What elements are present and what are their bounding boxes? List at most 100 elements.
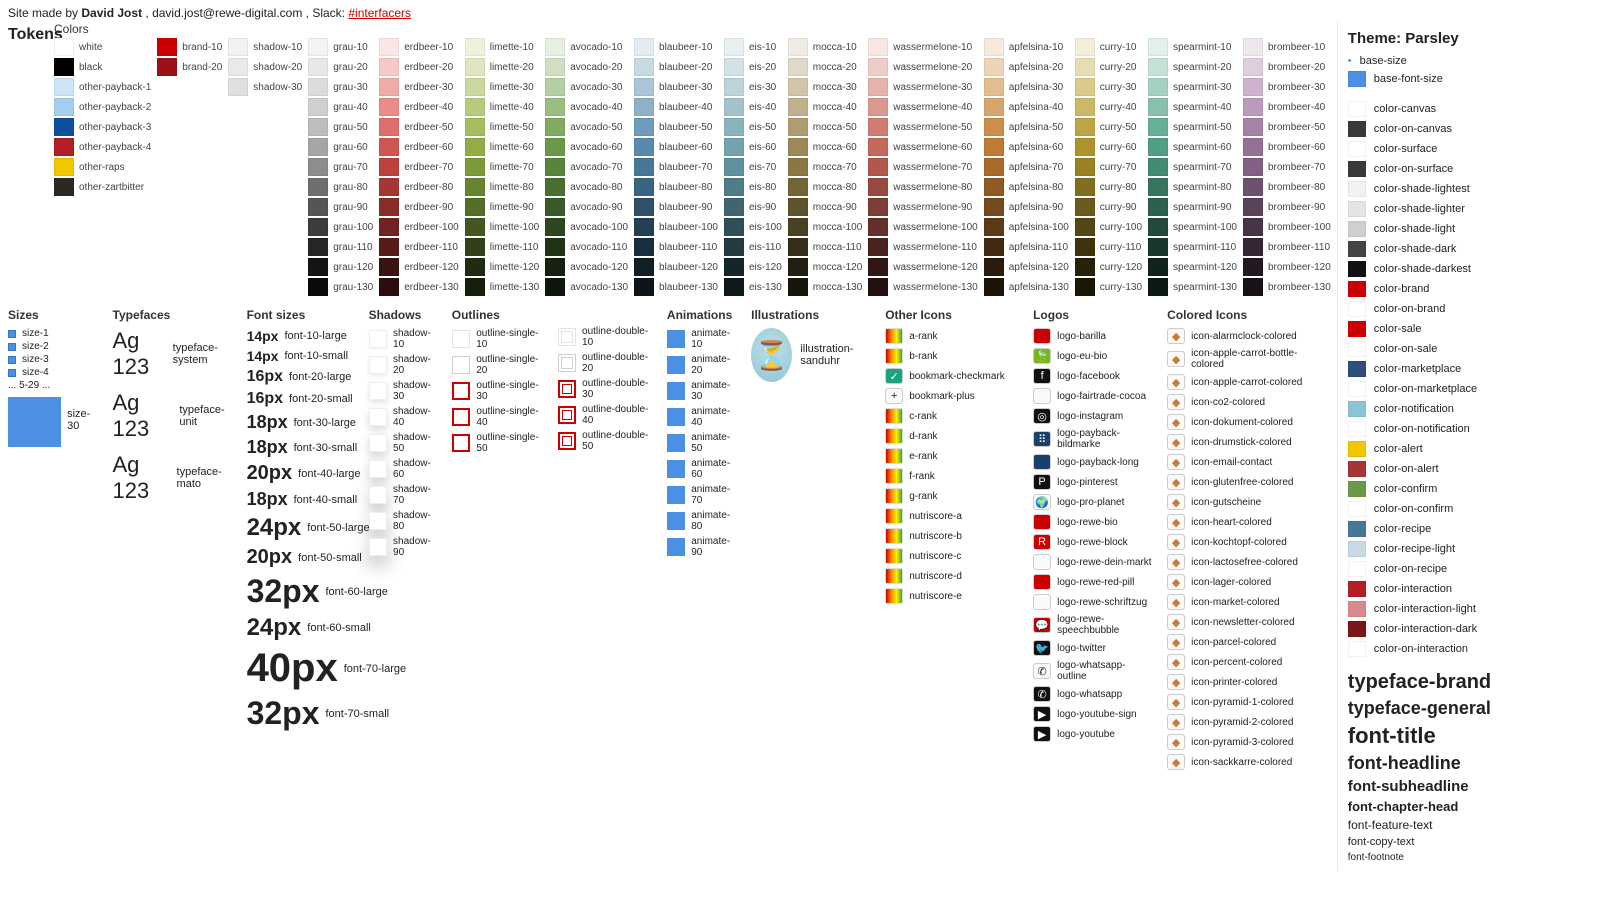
color-label: apfelsina-100 xyxy=(1009,222,1069,233)
shadow-swatch xyxy=(369,512,387,530)
colored-icon-label: icon-glutenfree-colored xyxy=(1191,477,1293,488)
size-label: size-1 xyxy=(22,328,49,339)
color-swatch xyxy=(984,78,1004,96)
color-swatch-row: erdbeer-120 xyxy=(379,258,458,276)
shadow-label: shadow-10 xyxy=(393,328,438,350)
color-label: curry-60 xyxy=(1100,142,1137,153)
logo-row: 🍃logo-eu-bio xyxy=(1033,348,1153,364)
shadow-row: shadow-60 xyxy=(369,458,438,480)
animation-label: animate-60 xyxy=(691,458,737,480)
color-label: grau-120 xyxy=(333,262,373,273)
font-size-sample: 18px xyxy=(247,437,288,458)
shadow-swatch xyxy=(369,538,387,556)
font-size-label: font-70-large xyxy=(344,663,406,675)
shadow-swatch xyxy=(369,460,387,478)
sidebar-label: color-on-notification xyxy=(1374,423,1470,435)
logo-label: logo-barilla xyxy=(1057,331,1106,342)
shadow-swatch xyxy=(369,382,387,400)
sidebar-label: color-recipe xyxy=(1374,523,1431,535)
colors-head: Colors xyxy=(54,22,1331,36)
color-label: black xyxy=(79,62,102,73)
color-swatch xyxy=(1148,218,1168,236)
logo-label: logo-rewe-speechbubble xyxy=(1057,614,1153,636)
logo-row: logo-barilla xyxy=(1033,328,1153,344)
color-label: spearmint-100 xyxy=(1173,222,1237,233)
color-label: erdbeer-90 xyxy=(404,202,453,213)
color-label: brombeer-100 xyxy=(1268,222,1331,233)
color-label: brombeer-70 xyxy=(1268,162,1325,173)
font-size-label: font-10-small xyxy=(284,350,348,362)
page-header: Site made by David Jost , david.jost@rew… xyxy=(0,0,1601,22)
shadow-row: shadow-40 xyxy=(369,406,438,428)
outline-label: outline-double-10 xyxy=(582,326,653,348)
color-label: erdbeer-40 xyxy=(404,102,453,113)
color-swatch xyxy=(984,258,1004,276)
logo-row: logo-rewe-bio xyxy=(1033,514,1153,530)
color-swatch xyxy=(1075,218,1095,236)
color-swatch xyxy=(379,138,399,156)
color-swatch xyxy=(984,158,1004,176)
shadow-row: shadow-70 xyxy=(369,484,438,506)
logo-row: logo-rewe-dein-markt xyxy=(1033,554,1153,570)
colored-icon-row: ◆icon-email-contact xyxy=(1167,454,1329,470)
swatch-icon xyxy=(1348,521,1366,537)
color-label: avocado-120 xyxy=(570,262,628,273)
bookmark-plus-icon: + xyxy=(885,388,903,404)
color-swatch xyxy=(868,218,888,236)
typeface-sample: Ag 123 xyxy=(113,328,165,380)
color-swatch-row: spearmint-20 xyxy=(1148,58,1237,76)
color-swatch-row: grau-10 xyxy=(308,38,373,56)
color-swatch-row: shadow-30 xyxy=(228,78,302,96)
color-swatch xyxy=(308,118,328,136)
logo-barilla-icon xyxy=(1033,328,1051,344)
outline-row: outline-single-20 xyxy=(452,354,544,376)
logo-row: 🌍logo-pro-planet xyxy=(1033,494,1153,510)
color-swatch xyxy=(868,98,888,116)
font-size-label: font-50-large xyxy=(307,522,369,534)
color-label: eis-110 xyxy=(749,242,781,253)
icon-row: f-rank xyxy=(885,468,1019,484)
color-swatch xyxy=(634,118,654,136)
color-label: brombeer-110 xyxy=(1268,242,1330,253)
color-swatch-row: wassermelone-40 xyxy=(868,98,978,116)
logo-label: logo-fairtrade-cocoa xyxy=(1057,391,1146,402)
colored-icon-row: ◆icon-printer-colored xyxy=(1167,674,1329,690)
color-swatch-row: blaubeer-40 xyxy=(634,98,718,116)
colored-icon-row: ◆icon-drumstick-colored xyxy=(1167,434,1329,450)
swatch-icon xyxy=(1348,321,1366,337)
color-swatch-row: blaubeer-120 xyxy=(634,258,718,276)
sidebar-label: color-marketplace xyxy=(1374,363,1461,375)
sidebar-label: color-on-surface xyxy=(1374,163,1453,175)
sidebar-token-row: color-recipe-light xyxy=(1348,541,1591,557)
color-swatch xyxy=(1243,218,1263,236)
icon-row: nutriscore-b xyxy=(885,528,1019,544)
font-size-row: 18pxfont-30-small xyxy=(247,437,355,458)
color-swatch xyxy=(465,238,485,256)
colored-icon-row: ◆icon-heart-colored xyxy=(1167,514,1329,530)
color-swatch-row: erdbeer-10 xyxy=(379,38,458,56)
color-label: curry-40 xyxy=(1100,102,1137,113)
color-swatch-row: avocado-70 xyxy=(545,158,628,176)
outline-label: outline-single-50 xyxy=(476,432,543,454)
color-label: limette-50 xyxy=(490,122,534,133)
slack-link[interactable]: #interfacers xyxy=(348,6,411,20)
shadow-row: shadow-90 xyxy=(369,536,438,558)
color-swatch-row: mocca-60 xyxy=(788,138,862,156)
color-label: mocca-30 xyxy=(813,82,857,93)
colored-icon-label: icon-printer-colored xyxy=(1191,677,1277,688)
animation-swatch xyxy=(667,460,685,478)
sidebar-type-sample: font-title xyxy=(1348,723,1591,749)
color-label: grau-40 xyxy=(333,102,367,113)
color-swatch xyxy=(54,38,74,56)
font-size-sample: 32px xyxy=(247,573,320,610)
sidebar-token-row: color-canvas xyxy=(1348,101,1591,117)
color-swatch-row: grau-120 xyxy=(308,258,373,276)
color-swatch xyxy=(1243,278,1263,296)
color-swatch-row: other-payback-3 xyxy=(54,118,151,136)
sidebar-token-row: color-on-brand xyxy=(1348,301,1591,317)
color-swatch-row: wassermelone-100 xyxy=(868,218,978,236)
color-label: erdbeer-20 xyxy=(404,62,453,73)
shadow-label: shadow-90 xyxy=(393,536,438,558)
color-label: grau-100 xyxy=(333,222,373,233)
outline-label: outline-double-30 xyxy=(582,378,653,400)
